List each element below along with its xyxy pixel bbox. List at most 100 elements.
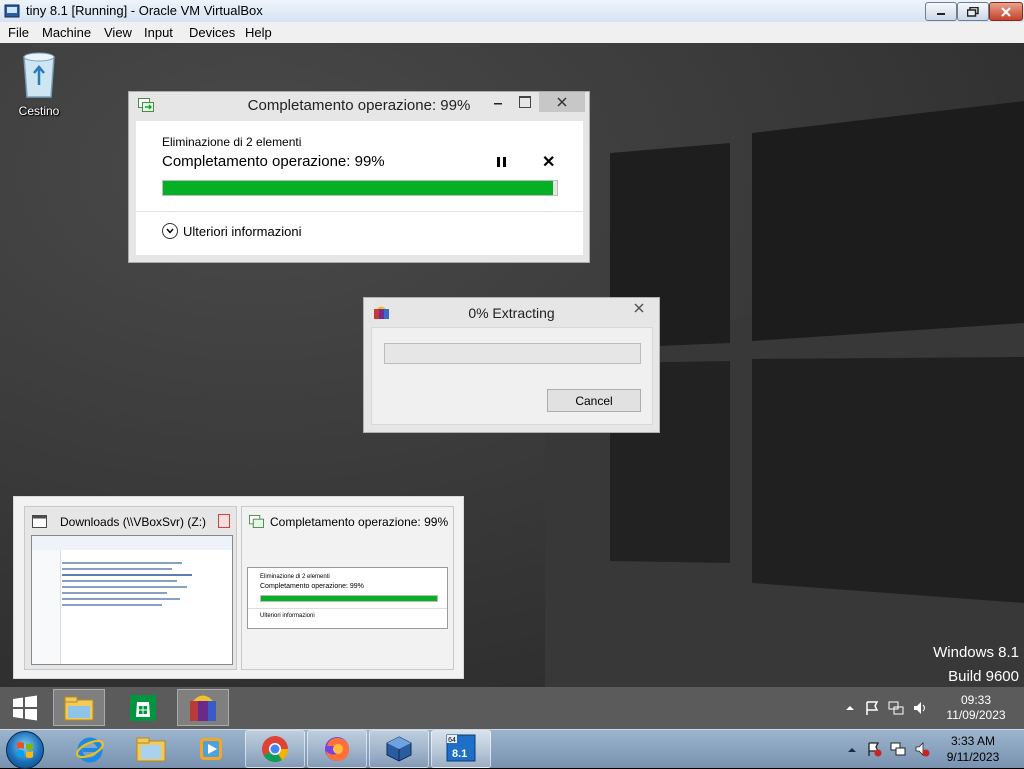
pause-icon[interactable] (497, 157, 506, 167)
operation-status: Completamento operazione: 99% (162, 153, 385, 170)
divider (136, 211, 583, 212)
host-taskbar: 64 8.1 3:33 AM 9/11/2023 (0, 729, 1024, 769)
thumbnail-content (31, 535, 233, 665)
taskbar-media-player[interactable] (181, 730, 241, 768)
minimize-button[interactable] (925, 2, 957, 21)
windows-logo-icon (17, 742, 33, 758)
start-button[interactable] (0, 687, 50, 729)
media-player-icon (200, 738, 222, 760)
winrar-icon (190, 695, 216, 721)
windows-logo-icon (13, 695, 37, 721)
host-clock[interactable]: 3:33 AM 9/11/2023 (936, 733, 1010, 765)
taskbar-thumbnail-preview: Downloads (\\VBoxSvr) (Z:) Completamento (13, 496, 464, 679)
dialog-title: 0% Extracting (468, 305, 555, 321)
host-titlebar: tiny 8.1 [Running] - Oracle VM VirtualBo… (0, 0, 1024, 23)
close-icon (1001, 6, 1011, 17)
maximize-button[interactable] (519, 96, 531, 108)
dialog-body: Eliminazione di 2 elementi Completamento… (136, 121, 583, 255)
extracting-dialog: 0% Extracting Cancel (363, 297, 660, 433)
thumbnail-progress[interactable]: Completamento operazione: 99% Eliminazio… (241, 506, 454, 670)
progress-fill (163, 181, 554, 195)
menu-input[interactable]: Input (144, 25, 173, 40)
show-hidden-icons-icon[interactable] (844, 742, 860, 758)
mini-progress-bar (260, 595, 438, 602)
thumbnail-title: Downloads (\\VBoxSvr) (Z:) (60, 515, 207, 529)
explorer-icon (32, 515, 47, 528)
action-center-flag-icon[interactable] (866, 741, 882, 757)
progress-bar (384, 343, 641, 364)
host-start-button[interactable] (6, 731, 44, 769)
close-button[interactable] (622, 298, 656, 318)
clock-date: 11/09/2023 (946, 708, 1006, 722)
action-center-flag-icon[interactable] (864, 700, 880, 716)
taskbar-internet-explorer[interactable] (60, 730, 120, 768)
clock-date: 9/11/2023 (946, 750, 1000, 764)
copy-progress-icon (249, 515, 264, 528)
chevron-down-icon (162, 223, 178, 239)
menu-file[interactable]: File (8, 25, 29, 40)
mini-status: Completamento operazione: 99% (260, 583, 364, 590)
cancel-operation-icon[interactable]: ✕ (542, 152, 555, 172)
cancel-button[interactable]: Cancel (547, 389, 641, 412)
restore-button[interactable] (957, 2, 989, 21)
more-info-toggle[interactable]: Ulteriori informazioni (162, 223, 301, 239)
close-button[interactable] (539, 92, 585, 112)
thumbnail-content: Eliminazione di 2 elementi Completamento… (247, 567, 448, 629)
restore-icon (967, 6, 979, 17)
taskbar-chrome[interactable] (245, 730, 305, 768)
close-icon (557, 97, 567, 107)
operation-description: Eliminazione di 2 elementi (162, 135, 302, 149)
delete-progress-dialog: Completamento operazione: 99% Eliminazio… (128, 91, 590, 263)
clock-time: 3:33 AM (950, 734, 996, 748)
taskbar-winrar[interactable] (177, 689, 229, 726)
recycle-bin-label: Cestino (18, 104, 60, 118)
guest-taskbar: 09:33 11/09/2023 (0, 687, 1024, 729)
virtualbox-icon (4, 4, 20, 18)
recycle-bin-icon (23, 52, 55, 98)
taskbar-virtualbox[interactable] (369, 730, 429, 768)
explorer-icon (136, 737, 166, 762)
build-number-watermark: Build 9600 (948, 668, 1019, 685)
internet-explorer-icon (76, 737, 104, 763)
virtualbox-icon (386, 736, 412, 762)
volume-muted-icon[interactable] (914, 741, 930, 757)
more-info-label: Ulteriori informazioni (183, 223, 302, 239)
taskbar-vm-tiny81[interactable]: 64 8.1 (431, 730, 491, 768)
store-icon (130, 694, 156, 721)
window-title: tiny 8.1 [Running] - Oracle VM VirtualBo… (26, 3, 263, 18)
volume-icon[interactable] (912, 700, 928, 716)
taskbar-store[interactable] (117, 689, 169, 726)
taskbar-file-explorer[interactable] (53, 689, 105, 726)
taskbar-explorer[interactable] (121, 730, 181, 768)
mini-more-info: Ulteriori informazioni (260, 613, 315, 619)
guest-clock[interactable]: 09:33 11/09/2023 (940, 693, 1012, 723)
file-explorer-icon (64, 696, 94, 720)
menu-view[interactable]: View (104, 25, 132, 40)
network-icon[interactable] (888, 700, 904, 716)
vm-badge: 8.1 (452, 748, 468, 760)
dialog-body: Cancel (371, 327, 653, 425)
network-icon[interactable] (890, 741, 906, 757)
taskbar-firefox[interactable] (307, 730, 367, 768)
close-button[interactable] (989, 2, 1023, 21)
firefox-icon (325, 737, 349, 761)
divider (248, 608, 447, 609)
minimize-button[interactable] (493, 95, 507, 111)
menu-machine[interactable]: Machine (42, 25, 91, 40)
chrome-icon (262, 736, 289, 763)
close-icon (634, 303, 644, 313)
menu-help[interactable]: Help (245, 25, 272, 40)
thumbnail-explorer[interactable]: Downloads (\\VBoxSvr) (Z:) (24, 506, 237, 670)
mini-subtitle: Eliminazione di 2 elementi (260, 574, 330, 580)
minimize-icon (937, 12, 945, 15)
host-menubar: File Machine View Input Devices Help (0, 22, 1024, 43)
show-hidden-icons-icon[interactable] (842, 700, 858, 716)
recycle-bin[interactable]: Cestino (12, 51, 66, 118)
svg-text:64: 64 (448, 737, 456, 744)
thumbnail-title: Completamento operazione: 99% (270, 515, 449, 529)
windows-version-watermark: Windows 8.1 (933, 644, 1019, 661)
minimize-icon (494, 103, 502, 105)
progress-bar (162, 180, 558, 196)
menu-devices[interactable]: Devices (189, 25, 235, 40)
close-icon[interactable] (218, 514, 230, 528)
